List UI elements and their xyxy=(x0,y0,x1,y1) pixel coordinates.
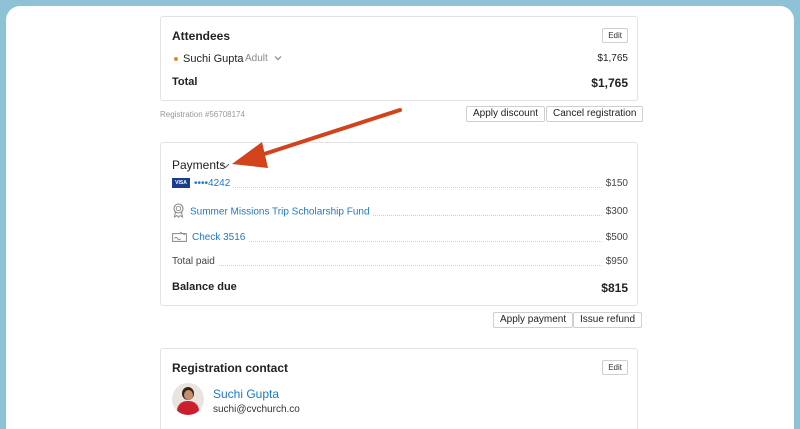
row-leader xyxy=(172,265,628,266)
payment-card-number[interactable]: ••••4242 xyxy=(194,178,230,189)
attendees-card: Attendees Edit Suchi Gupta Adult $1,765 … xyxy=(160,16,638,101)
registration-number: Registration #56708174 xyxy=(160,110,245,119)
payment-amount[interactable]: $500 xyxy=(602,232,628,243)
attendees-total-amount: $1,765 xyxy=(591,76,628,90)
chevron-down-icon xyxy=(274,56,282,61)
row-leader xyxy=(172,187,628,188)
total-paid-label: Total paid xyxy=(172,256,218,267)
attendee-amount: $1,765 xyxy=(597,53,628,64)
award-ribbon-icon xyxy=(173,203,184,219)
payment-fund-name[interactable]: Summer Missions Trip Scholarship Fund xyxy=(190,207,370,218)
issue-refund-button[interactable]: Issue refund xyxy=(573,312,643,328)
total-paid-row: Total paid $950 xyxy=(172,256,628,270)
payment-row-check[interactable]: Check 3516 $500 xyxy=(172,231,628,246)
payments-title: Payments xyxy=(172,158,226,172)
contact-name[interactable]: Suchi Gupta xyxy=(213,387,279,401)
apply-discount-button[interactable]: Apply discount xyxy=(466,106,546,122)
contact-email: suchi@cvchurch.co xyxy=(213,404,300,415)
attendee-type-dropdown[interactable]: Adult xyxy=(245,53,282,64)
payment-label: VISA ••••4242 xyxy=(172,178,234,189)
payment-check-number[interactable]: Check 3516 xyxy=(192,232,245,243)
attendees-edit-button[interactable]: Edit xyxy=(602,28,628,43)
payment-amount[interactable]: $150 xyxy=(602,178,628,189)
payment-amount[interactable]: $300 xyxy=(602,206,628,217)
apply-payment-button[interactable]: Apply payment xyxy=(493,312,574,328)
cancel-registration-button[interactable]: Cancel registration xyxy=(546,106,644,122)
attendee-bullet-icon xyxy=(174,57,178,61)
contact-edit-button[interactable]: Edit xyxy=(602,360,628,375)
balance-due-amount: $815 xyxy=(601,281,628,295)
total-paid-amount: $950 xyxy=(602,256,628,267)
payment-row-scholarship[interactable]: Summer Missions Trip Scholarship Fund $3… xyxy=(172,203,628,220)
visa-card-icon: VISA xyxy=(172,178,190,189)
payment-row-card[interactable]: VISA ••••4242 $150 xyxy=(172,178,628,192)
attendee-type-label: Adult xyxy=(245,53,268,64)
registration-contact-card: Registration contact Edit Suchi Gupta su… xyxy=(160,348,638,429)
payments-card: Payments VISA ••••4242 $150 Summer Missio… xyxy=(160,142,638,306)
payments-chevron-down-icon[interactable] xyxy=(221,163,230,169)
attendees-title: Attendees xyxy=(172,29,231,43)
registration-contact-title: Registration contact xyxy=(172,361,289,375)
balance-due-label: Balance due xyxy=(172,281,237,293)
payment-label: Summer Missions Trip Scholarship Fund xyxy=(172,203,373,219)
payment-label: Check 3516 xyxy=(172,231,249,243)
attendees-total-label: Total xyxy=(172,76,198,88)
check-icon xyxy=(172,231,187,242)
attendee-name: Suchi Gupta xyxy=(183,53,244,65)
avatar xyxy=(172,383,204,415)
